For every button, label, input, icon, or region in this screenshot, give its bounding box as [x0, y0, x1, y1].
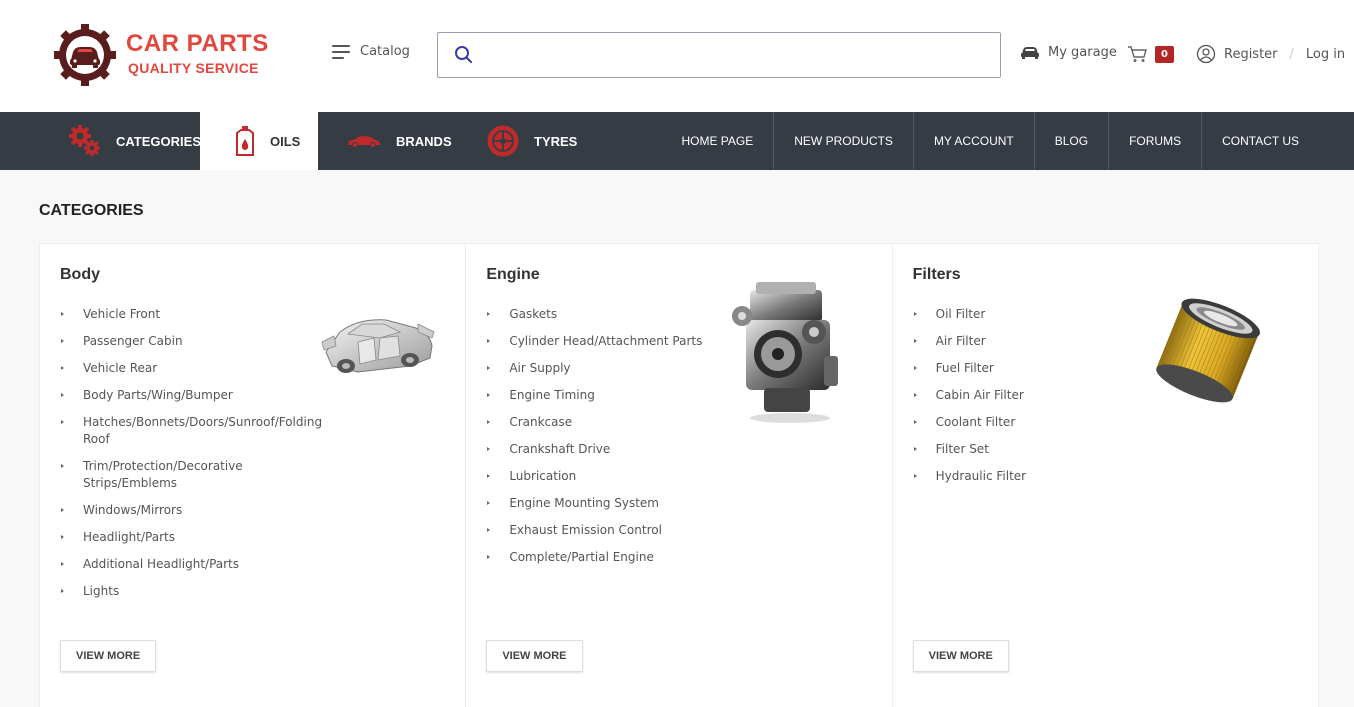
- cart-count-badge: 0: [1155, 45, 1174, 63]
- list-item[interactable]: Cylinder Head/Attachment Parts: [486, 333, 736, 350]
- list-item[interactable]: Vehicle Rear: [60, 360, 310, 377]
- list-item[interactable]: Lubrication: [486, 468, 736, 485]
- list-item[interactable]: Air Filter: [913, 333, 1163, 350]
- list-item[interactable]: Complete/Partial Engine: [486, 549, 736, 566]
- site-logo[interactable]: CAR PARTS QUALITY SERVICE: [52, 22, 282, 88]
- gear-car-logo-icon: [54, 24, 116, 86]
- oil-canister-icon: [236, 126, 254, 156]
- car-body-image: [321, 319, 435, 373]
- nav-new-products[interactable]: NEW PRODUCTS: [773, 112, 913, 170]
- list-item[interactable]: Vehicle Front: [60, 306, 310, 323]
- list-item[interactable]: Headlight/Parts: [60, 529, 310, 546]
- car-icon: [1021, 47, 1039, 59]
- tab-tyres-label: TYRES: [534, 133, 578, 149]
- tab-categories[interactable]: CATEGORIES: [68, 112, 201, 170]
- tab-brands-label: BRANDS: [396, 133, 452, 149]
- list-item[interactable]: Passenger Cabin: [60, 333, 310, 350]
- tyre-icon: [487, 125, 519, 157]
- hamburger-menu-icon: [332, 44, 350, 59]
- card-title[interactable]: Engine: [486, 266, 539, 284]
- engine-image: [732, 282, 839, 423]
- my-garage-link[interactable]: My garage: [1020, 44, 1117, 60]
- list-item[interactable]: Hydraulic Filter: [913, 468, 1163, 485]
- search-icon[interactable]: [454, 45, 474, 65]
- car-icon: [348, 136, 380, 148]
- catalog-label: Catalog: [360, 44, 410, 59]
- list-item[interactable]: Fuel Filter: [913, 360, 1163, 377]
- list-item[interactable]: Gaskets: [486, 306, 736, 323]
- list-item[interactable]: Filter Set: [913, 441, 1163, 458]
- list-item[interactable]: Engine Timing: [486, 387, 736, 404]
- view-more-button[interactable]: VIEW MORE: [60, 640, 157, 672]
- account-links: Register / Log in: [1196, 44, 1345, 64]
- view-more-button[interactable]: VIEW MORE: [912, 640, 1009, 672]
- list-item[interactable]: Trim/Protection/Decorative Strips/Emblem…: [60, 458, 310, 492]
- category-card-filters: Filters Oil Filter Air Filter Fuel Filte…: [892, 244, 1319, 694]
- air-filter-image: [1155, 298, 1260, 403]
- list-item[interactable]: Oil Filter: [913, 306, 1163, 323]
- list-item[interactable]: Air Supply: [486, 360, 736, 377]
- card-placeholder: [40, 693, 467, 707]
- card-title[interactable]: Filters: [913, 266, 961, 284]
- site-header: CAR PARTS QUALITY SERVICE Catalog My gar…: [0, 0, 1354, 112]
- nav-blog[interactable]: BLOG: [1033, 112, 1108, 170]
- subcategory-list: Vehicle Front Passenger Cabin Vehicle Re…: [60, 306, 322, 610]
- nav-home-page[interactable]: HOME PAGE: [661, 112, 773, 170]
- tab-brands[interactable]: BRANDS: [346, 112, 452, 170]
- page-title: CATEGORIES: [39, 202, 144, 219]
- list-item[interactable]: Hatches/Bonnets/Doors/Sunroof/Folding Ro…: [60, 414, 322, 448]
- category-card-engine: Engine Gaskets Cylinder Head/Attachment …: [466, 244, 893, 694]
- tab-tyres[interactable]: TYRES: [486, 112, 577, 170]
- list-item[interactable]: Crankcase: [486, 414, 736, 431]
- nav-contact-us[interactable]: CONTACT US: [1201, 112, 1319, 170]
- tab-oils[interactable]: OILS: [200, 112, 318, 170]
- list-item[interactable]: Cabin Air Filter: [913, 387, 1163, 404]
- next-card-row: [39, 693, 1319, 707]
- card-placeholder: [466, 693, 893, 707]
- tab-categories-label: CATEGORIES: [116, 133, 201, 149]
- search-input[interactable]: [482, 41, 982, 69]
- main-nav: CATEGORIES OILS BRANDS TYRES HOME PAGE N…: [0, 112, 1354, 170]
- subcategory-list: Oil Filter Air Filter Fuel Filter Cabin …: [913, 306, 1163, 495]
- brand-tagline: QUALITY SERVICE: [128, 60, 259, 76]
- list-item[interactable]: Body Parts/Wing/Bumper: [60, 387, 310, 404]
- tab-oils-label: OILS: [270, 133, 301, 149]
- cart-link[interactable]: 0: [1127, 45, 1174, 63]
- shopping-cart-icon: [1128, 46, 1147, 62]
- login-link[interactable]: Log in: [1306, 47, 1345, 62]
- user-icon: [1196, 44, 1216, 64]
- list-item[interactable]: Windows/Mirrors: [60, 502, 310, 519]
- nav-links: HOME PAGE NEW PRODUCTS MY ACCOUNT BLOG F…: [661, 112, 1319, 170]
- list-item[interactable]: Crankshaft Drive: [486, 441, 736, 458]
- brand-name: CAR PARTS: [126, 30, 269, 57]
- list-item[interactable]: Engine Mounting System: [486, 495, 736, 512]
- list-item[interactable]: Lights: [60, 583, 310, 600]
- list-item[interactable]: Exhaust Emission Control: [486, 522, 736, 539]
- my-garage-label: My garage: [1048, 44, 1117, 60]
- card-title[interactable]: Body: [60, 266, 100, 284]
- nav-forums[interactable]: FORUMS: [1108, 112, 1201, 170]
- catalog-button[interactable]: Catalog: [332, 44, 410, 59]
- subcategory-list: Gaskets Cylinder Head/Attachment Parts A…: [486, 306, 736, 576]
- gears-icon: [69, 125, 100, 156]
- nav-my-account[interactable]: MY ACCOUNT: [912, 112, 1034, 170]
- list-item[interactable]: Coolant Filter: [913, 414, 1163, 431]
- category-card-body: Body Vehicle Front Passenger Cabin Vehic…: [40, 244, 467, 694]
- card-placeholder: [893, 693, 1319, 707]
- register-link[interactable]: Register: [1224, 47, 1278, 62]
- search-box[interactable]: [437, 32, 1001, 78]
- category-cards: Body Vehicle Front Passenger Cabin Vehic…: [39, 243, 1319, 707]
- view-more-button[interactable]: VIEW MORE: [486, 640, 583, 672]
- list-item[interactable]: Additional Headlight/Parts: [60, 556, 310, 573]
- auth-separator: /: [1289, 46, 1294, 62]
